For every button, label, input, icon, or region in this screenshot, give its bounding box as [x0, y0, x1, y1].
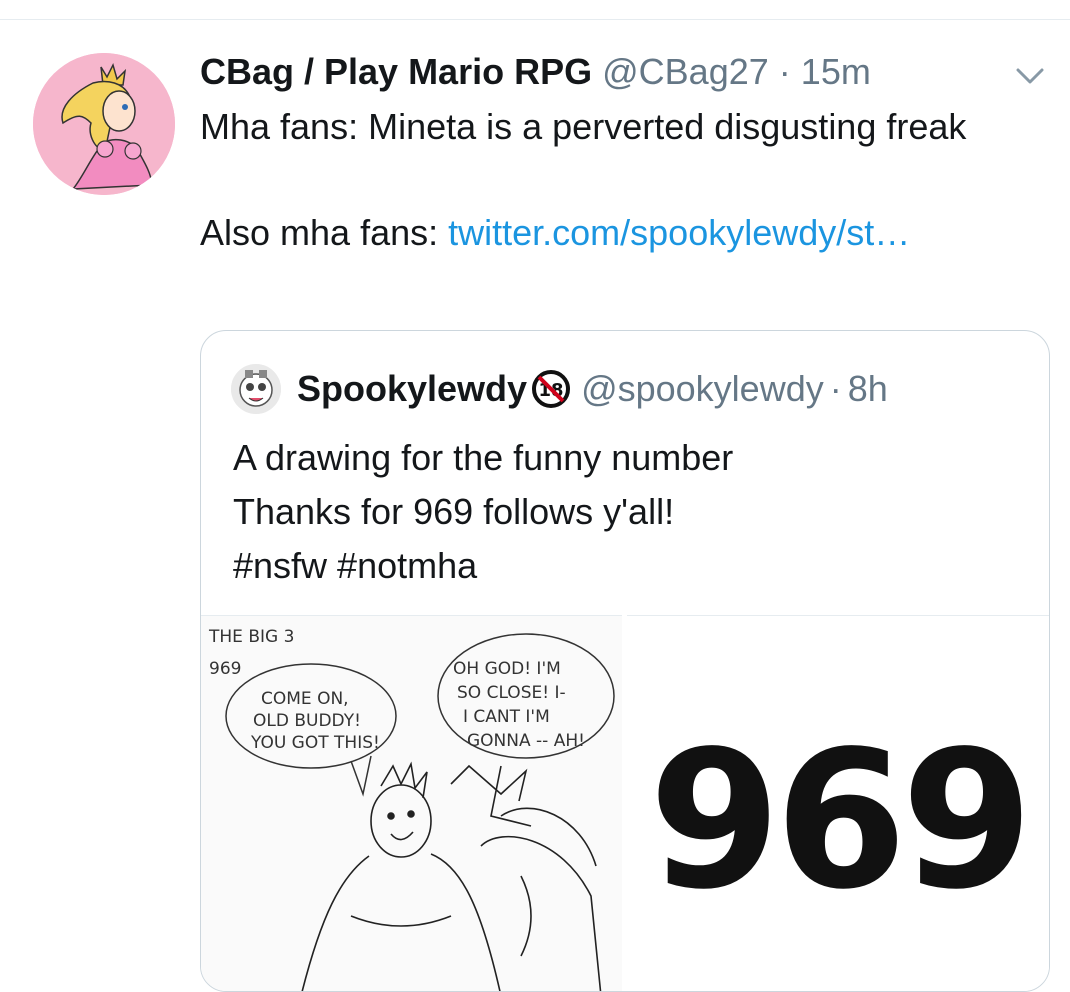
- author-avatar[interactable]: [33, 53, 175, 195]
- tweet-line-2-prefix: Also mha fans:: [200, 212, 449, 253]
- bubble-right-line-2: SO CLOSE! I-: [457, 683, 566, 703]
- princess-avatar-icon: [33, 53, 175, 195]
- quoted-separator: ·: [829, 368, 842, 409]
- quoted-text: A drawing for the funny number Thanks fo…: [233, 431, 1033, 593]
- bubble-right-line-4: GONNA -- AH!: [467, 731, 585, 751]
- 18-plus-badge-icon: 18: [532, 370, 571, 408]
- quoted-media-number[interactable]: 969: [627, 615, 1049, 991]
- bubble-right-line-3: I CANT I'M: [463, 707, 550, 727]
- sketch-subtitle: 969: [209, 659, 241, 679]
- quoted-author-handle[interactable]: @spookylewdy: [581, 367, 824, 411]
- quoted-author-name[interactable]: Spookylewdy: [297, 367, 527, 411]
- sketch-figure-left: [301, 761, 501, 991]
- media-big-number: 969: [648, 710, 1034, 931]
- top-divider: [0, 19, 1070, 20]
- author-handle[interactable]: @CBag27: [602, 51, 769, 92]
- tweet-text: Mha fans: Mineta is a perverted disgusti…: [200, 100, 1050, 259]
- quoted-line-1: A drawing for the funny number: [233, 437, 734, 478]
- quoted-line-3[interactable]: #nsfw #notmha: [233, 539, 1033, 593]
- tweet-line-2: Also mha fans: twitter.com/spookylewdy/s…: [200, 206, 1050, 259]
- quoted-line-2: Thanks for 969 follows y'all!: [233, 491, 675, 532]
- quoted-time[interactable]: 8h: [848, 367, 888, 411]
- sketch-drawing: THE BIG 3 969 COME ON, OLD BUDDY! YOU GO…: [208, 627, 615, 991]
- bubble-left-line-1: COME ON,: [261, 689, 349, 709]
- chevron-down-icon: [1016, 68, 1044, 84]
- quoted-avatar[interactable]: [231, 364, 281, 414]
- bubble-left-line-3: YOU GOT THIS!: [250, 733, 380, 753]
- author-name[interactable]: CBag / Play Mario RPG: [200, 51, 592, 92]
- quoted-media-sketch[interactable]: THE BIG 3 969 COME ON, OLD BUDDY! YOU GO…: [201, 615, 622, 991]
- tweet-line-1: Mha fans: Mineta is a perverted disgusti…: [200, 106, 967, 147]
- skull-avatar-icon: [231, 364, 281, 414]
- tweet-link[interactable]: twitter.com/spookylewdy/st…: [448, 212, 910, 253]
- quoted-tweet[interactable]: Spookylewdy 18 @spookylewdy · 8h A drawi…: [200, 330, 1050, 992]
- header-separator: ·: [778, 51, 791, 92]
- tweet-menu-button[interactable]: [1012, 58, 1048, 94]
- tweet-time[interactable]: 15m: [801, 51, 871, 92]
- quoted-header: Spookylewdy 18 @spookylewdy · 8h: [231, 364, 888, 414]
- bubble-left-line-2: OLD BUDDY!: [253, 711, 361, 731]
- tweet-header: CBag / Play Mario RPG @CBag27 · 15m: [200, 50, 1000, 94]
- sketch-title: THE BIG 3: [208, 627, 294, 647]
- bubble-right-line-1: OH GOD! I'M: [453, 659, 561, 679]
- sketch-figure-right: [450, 764, 602, 991]
